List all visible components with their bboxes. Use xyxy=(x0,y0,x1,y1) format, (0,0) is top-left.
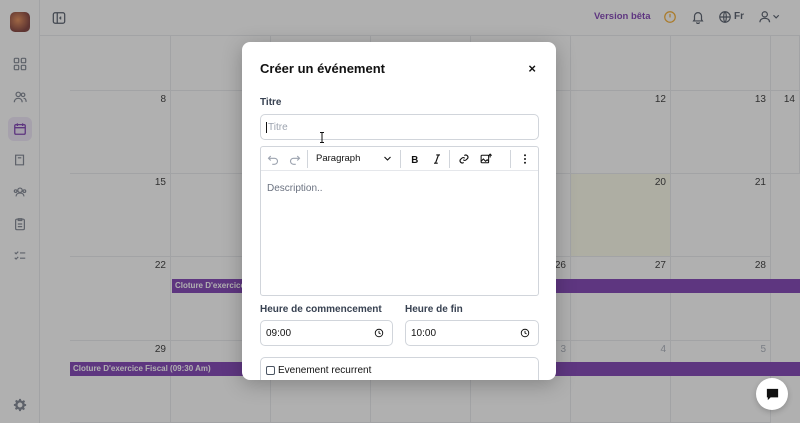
title-placeholder: Titre xyxy=(268,121,288,133)
clock-icon[interactable] xyxy=(520,328,530,338)
bold-icon[interactable]: B xyxy=(405,149,425,169)
chat-bubble-icon xyxy=(766,388,778,400)
text-cursor-icon xyxy=(319,128,325,143)
end-time-input[interactable]: 10:00 xyxy=(405,320,539,346)
toolbar-divider xyxy=(307,149,308,168)
redo-icon[interactable] xyxy=(285,149,305,169)
italic-icon[interactable] xyxy=(427,149,447,169)
start-time-value: 09:00 xyxy=(266,327,292,339)
modal-title: Créer un événement xyxy=(260,61,385,76)
title-label: Titre xyxy=(260,97,282,108)
end-time-value: 10:00 xyxy=(411,327,437,339)
undo-icon[interactable] xyxy=(263,149,283,169)
recurrent-label[interactable]: Evenement recurrent xyxy=(278,365,371,376)
start-time-input[interactable]: 09:00 xyxy=(260,320,393,346)
start-time-label: Heure de commencement xyxy=(260,304,382,315)
chat-support-button[interactable] xyxy=(756,378,788,410)
description-placeholder: Description.. xyxy=(267,183,323,194)
recurrent-event-option: Evenement recurrent xyxy=(260,357,539,380)
toolbar-divider xyxy=(510,149,511,168)
link-icon[interactable] xyxy=(454,149,474,169)
svg-text:B: B xyxy=(411,154,418,164)
close-icon[interactable]: × xyxy=(528,61,536,76)
description-editor[interactable]: Paragraph B Description.. xyxy=(260,146,539,296)
clock-icon[interactable] xyxy=(374,328,384,338)
toolbar-divider xyxy=(449,149,450,168)
text-caret xyxy=(266,121,267,133)
block-format-select[interactable]: Paragraph xyxy=(310,149,398,169)
editor-toolbar: Paragraph B xyxy=(261,147,538,171)
toolbar-divider xyxy=(400,149,401,168)
more-options-icon[interactable] xyxy=(515,149,535,169)
title-input[interactable]: Titre xyxy=(260,114,539,140)
recurrent-checkbox[interactable] xyxy=(266,366,275,375)
create-event-modal: Créer un événement × Titre Titre Paragra… xyxy=(242,42,556,380)
end-time-label: Heure de fin xyxy=(405,304,463,315)
block-format-value: Paragraph xyxy=(316,153,361,164)
insert-image-icon[interactable] xyxy=(476,149,496,169)
chevron-down-icon xyxy=(384,156,391,161)
